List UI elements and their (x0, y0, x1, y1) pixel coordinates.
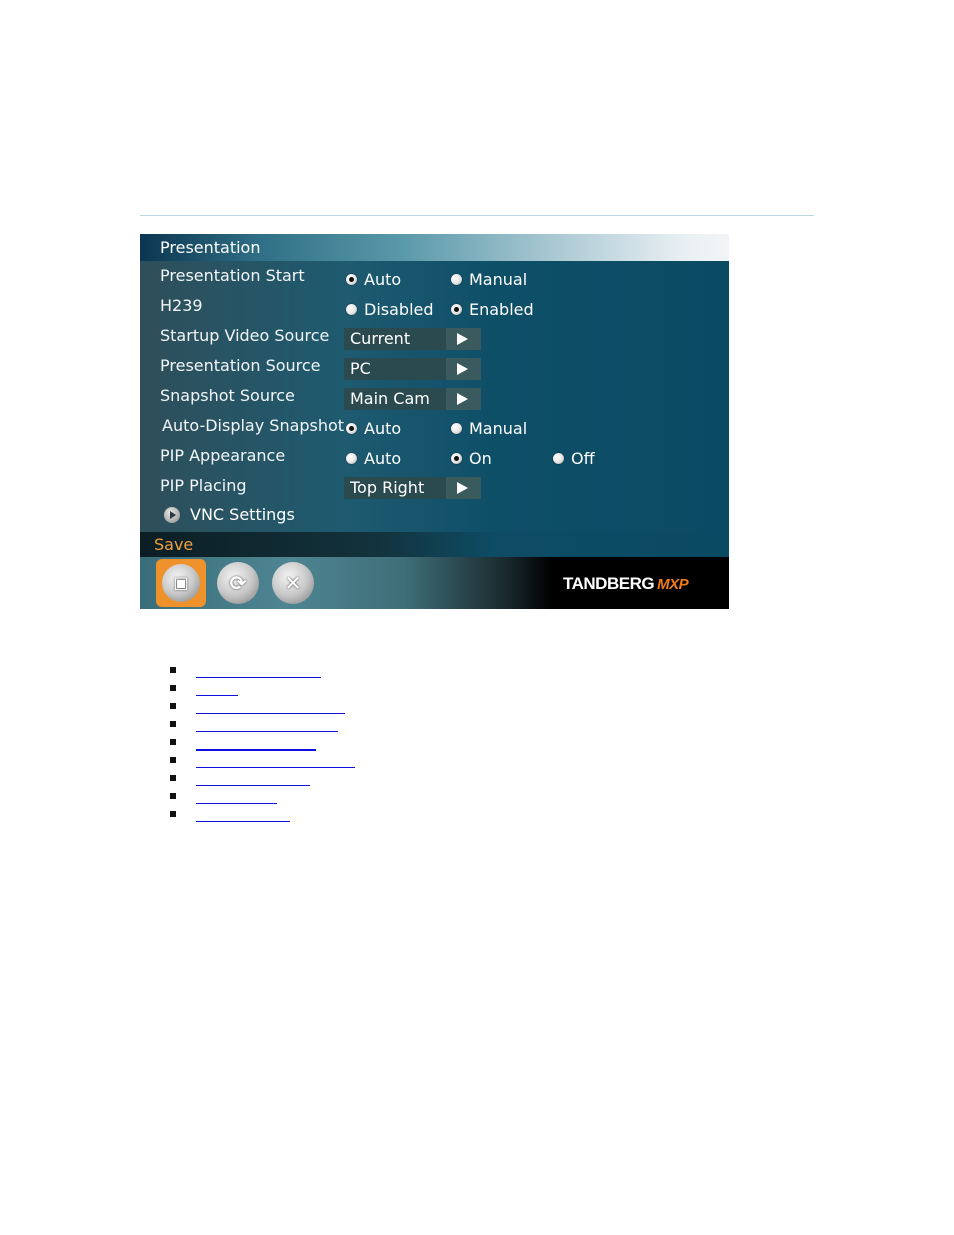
bullet-icon (170, 721, 176, 727)
radio-presentation-start-manual[interactable]: Manual (451, 270, 527, 289)
label-snapshot-source: Snapshot Source (160, 386, 295, 405)
bullet-icon (170, 775, 176, 781)
link[interactable] (196, 767, 355, 768)
panel-header: Presentation (140, 234, 729, 261)
bullet-icon (170, 667, 176, 673)
save-label: Save (154, 535, 194, 554)
radio-selected-icon (451, 304, 462, 315)
floppy-disk-icon: ▣ (173, 573, 189, 592)
link[interactable] (196, 803, 277, 804)
radio-unselected-icon (451, 274, 462, 285)
link[interactable] (196, 785, 310, 786)
label-pip-appearance: PIP Appearance (160, 446, 286, 465)
radio-unselected-icon (346, 304, 357, 315)
status-bar: Save (140, 532, 729, 557)
vnc-settings-link[interactable]: VNC Settings (164, 505, 295, 524)
link[interactable] (196, 695, 238, 696)
radio-unselected-icon (346, 453, 357, 464)
radio-h239-enabled[interactable]: Enabled (451, 300, 534, 319)
link[interactable] (196, 821, 290, 822)
radio-pip-appearance-off[interactable]: Off (553, 449, 595, 468)
radio-selected-icon (346, 423, 357, 434)
select-snapshot-source[interactable]: Main Cam (344, 388, 481, 410)
radio-unselected-icon (553, 453, 564, 464)
bullet-icon (170, 703, 176, 709)
refresh-button[interactable]: ⟳ (217, 562, 259, 604)
label-presentation-start: Presentation Start (160, 266, 305, 285)
toolbar: ▣ ⟳ ✕ TANDBERG MXP (140, 557, 729, 609)
arrow-right-icon[interactable] (446, 358, 481, 380)
cancel-button[interactable]: ✕ (272, 562, 314, 604)
label-pip-placing: PIP Placing (160, 476, 247, 495)
bullet-icon (170, 685, 176, 691)
play-circle-icon (164, 506, 180, 523)
label-presentation-source: Presentation Source (160, 356, 321, 375)
arrow-right-icon[interactable] (446, 477, 481, 499)
label-auto-display-snapshot: Auto-Display Snapshot (162, 416, 345, 435)
panel-title: Presentation (160, 238, 261, 257)
link[interactable] (196, 677, 321, 678)
arrow-right-icon[interactable] (446, 388, 481, 410)
radio-selected-icon (346, 274, 357, 285)
radio-h239-disabled[interactable]: Disabled (346, 300, 434, 319)
link[interactable] (196, 749, 316, 751)
label-startup-video-source: Startup Video Source (160, 326, 330, 345)
select-presentation-source[interactable]: PC (344, 358, 481, 380)
tandberg-mxp-logo: TANDBERG MXP (563, 574, 689, 593)
horizontal-rule (140, 215, 814, 216)
link[interactable] (196, 731, 338, 732)
radio-pip-appearance-auto[interactable]: Auto (346, 449, 401, 468)
radio-auto-display-auto[interactable]: Auto (346, 419, 401, 438)
bullet-icon (170, 811, 176, 817)
close-icon: ✕ (284, 571, 302, 595)
radio-unselected-icon (451, 423, 462, 434)
refresh-icon: ⟳ (229, 571, 247, 595)
link[interactable] (196, 713, 345, 714)
bullet-icon (170, 757, 176, 763)
label-h239: H239 (160, 296, 203, 315)
select-startup-video-source[interactable]: Current (344, 328, 481, 350)
arrow-right-icon[interactable] (446, 328, 481, 350)
save-button[interactable]: ▣ (156, 559, 206, 607)
radio-presentation-start-auto[interactable]: Auto (346, 270, 401, 289)
radio-auto-display-manual[interactable]: Manual (451, 419, 527, 438)
bullet-icon (170, 793, 176, 799)
select-pip-placing[interactable]: Top Right (344, 477, 481, 499)
radio-pip-appearance-on[interactable]: On (451, 449, 492, 468)
bullet-icon (170, 739, 176, 745)
radio-selected-icon (451, 453, 462, 464)
presentation-settings-panel: Presentation Presentation Start Auto Man… (140, 234, 729, 609)
